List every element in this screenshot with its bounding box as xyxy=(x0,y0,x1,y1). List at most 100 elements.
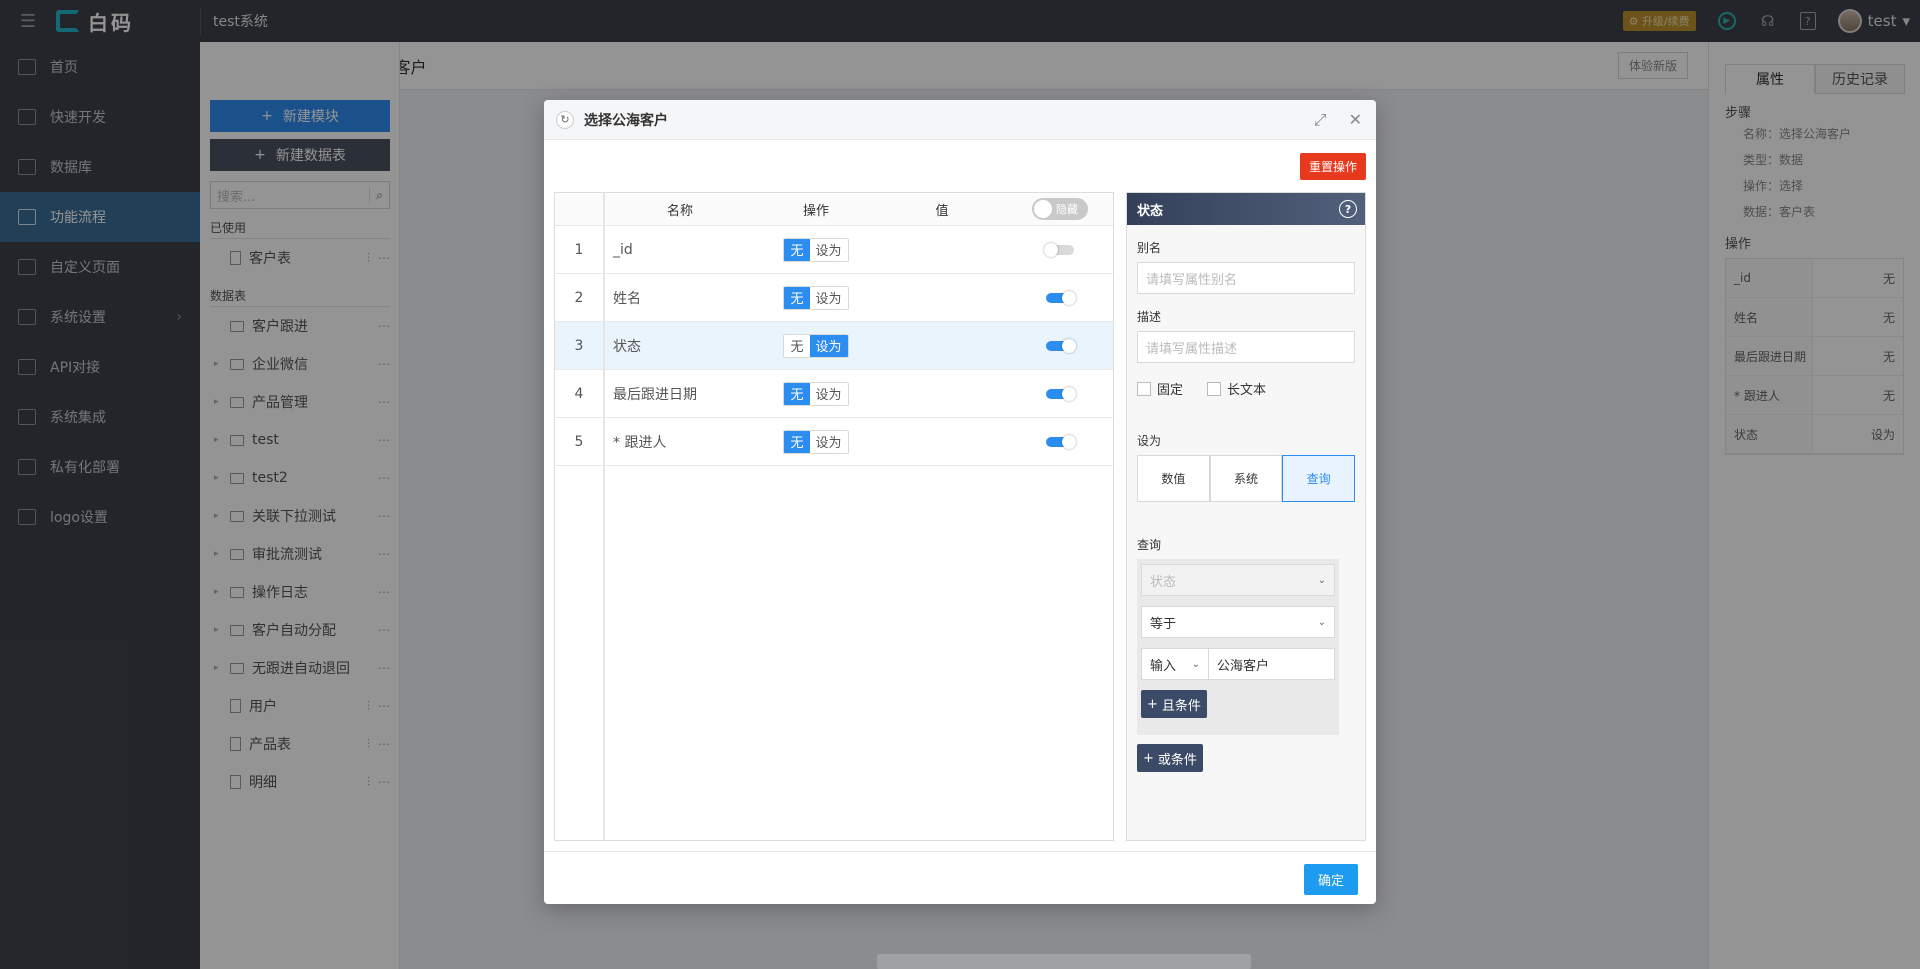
query-field-value: 状态 xyxy=(1150,574,1177,590)
op-none-button[interactable]: 无 xyxy=(784,238,810,261)
query-value-input[interactable]: 公海客户 xyxy=(1209,648,1335,680)
table-row[interactable]: 4 最后跟进日期 无设为 xyxy=(555,370,1113,418)
fixed-checkbox[interactable]: 固定 xyxy=(1137,379,1183,398)
operation-cell: 无设为 xyxy=(755,333,877,358)
row-index: 4 xyxy=(555,370,605,417)
visibility-switch[interactable] xyxy=(1046,434,1076,449)
confirm-button[interactable]: 确定 xyxy=(1303,864,1358,895)
long-text-label: 长文本 xyxy=(1227,383,1267,398)
table-row[interactable]: 5 * 跟进人 无设为 xyxy=(555,418,1113,466)
query-input-type-value: 输入 xyxy=(1150,658,1177,674)
visibility-cell xyxy=(1007,290,1113,305)
add-or-condition-button[interactable]: + 或条件 xyxy=(1137,744,1203,772)
set-as-label: 设为 xyxy=(1137,434,1162,448)
visibility-switch[interactable] xyxy=(1044,242,1074,257)
chevron-down-icon: ⌄ xyxy=(1317,616,1326,628)
fixed-label: 固定 xyxy=(1157,383,1184,398)
op-none-button[interactable]: 无 xyxy=(784,334,810,357)
header-value: 值 xyxy=(935,203,949,219)
alias-label: 别名 xyxy=(1137,241,1162,255)
operation-cell: 无设为 xyxy=(755,285,877,310)
operation-toggle: 无设为 xyxy=(783,381,849,406)
select-customer-dialog: ↻ 选择公海客户 ⤢ ✕ 重置操作 名称 操作 值 隐藏 1 _id 无设为 2 姓名无… xyxy=(544,100,1376,904)
chevron-down-icon: ⌄ xyxy=(1317,574,1326,586)
op-none-button[interactable]: 无 xyxy=(784,286,810,309)
row-index: 2 xyxy=(555,274,605,321)
query-label: 查询 xyxy=(1137,538,1162,552)
operation-toggle: 无设为 xyxy=(783,429,849,454)
close-icon[interactable]: ✕ xyxy=(1349,110,1362,130)
plus-icon: + xyxy=(1143,750,1154,766)
fullscreen-icon[interactable]: ⤢ xyxy=(1314,110,1327,130)
op-set-button[interactable]: 设为 xyxy=(809,430,848,453)
add-and-condition-button[interactable]: + 且条件 xyxy=(1141,690,1207,718)
visibility-switch[interactable] xyxy=(1046,290,1076,305)
row-index: 3 xyxy=(555,322,605,369)
visibility-switch[interactable] xyxy=(1046,386,1076,401)
operation-cell: 无设为 xyxy=(755,429,877,454)
operation-cell: 无设为 xyxy=(755,237,877,262)
reset-operation-button[interactable]: 重置操作 xyxy=(1299,153,1366,180)
op-set-button[interactable]: 设为 xyxy=(809,238,848,261)
table-header: 名称 操作 值 隐藏 xyxy=(555,193,1113,226)
row-index: 5 xyxy=(555,418,605,465)
checkbox-box[interactable] xyxy=(1207,381,1222,396)
alias-placeholder: 请填写属性别名 xyxy=(1146,272,1238,288)
description-placeholder: 请填写属性描述 xyxy=(1146,341,1238,357)
op-set-button[interactable]: 设为 xyxy=(809,334,848,357)
and-condition-label: 且条件 xyxy=(1161,698,1201,714)
alias-input[interactable]: 请填写属性别名 xyxy=(1137,262,1355,294)
visibility-cell xyxy=(1007,242,1113,257)
set-as-option[interactable]: 数值 xyxy=(1137,455,1210,502)
set-as-option[interactable]: 查询 xyxy=(1282,455,1356,502)
op-set-button[interactable]: 设为 xyxy=(809,286,848,309)
query-operator-select[interactable]: 等于 ⌄ xyxy=(1141,606,1335,638)
dialog-title: 选择公海客户 xyxy=(584,112,668,129)
header-operation: 操作 xyxy=(802,203,829,219)
table-body: 1 _id 无设为 2 姓名无设为 3 状态无设为 4 最后跟进日期无设为 5 * 跟进人无设为 xyxy=(555,226,1113,466)
field-name: 姓名 xyxy=(613,290,641,307)
field-operation-table: 名称 操作 值 隐藏 1 _id 无设为 2 姓名无设为 3 状态无设为 4 最后跟进日期无设为… xyxy=(554,192,1114,841)
or-condition-label: 或条件 xyxy=(1157,752,1197,768)
refresh-icon[interactable]: ↻ xyxy=(556,110,574,129)
long-text-checkbox[interactable]: 长文本 xyxy=(1207,379,1266,398)
dialog-header: ↻ 选择公海客户 ⤢ ✕ xyxy=(544,100,1376,140)
operation-toggle: 无设为 xyxy=(783,237,849,262)
header-index xyxy=(555,193,605,225)
query-operator-value: 等于 xyxy=(1150,616,1177,632)
op-none-button[interactable]: 无 xyxy=(784,382,810,405)
query-value-text: 公海客户 xyxy=(1217,658,1270,674)
plus-icon: + xyxy=(1147,696,1158,712)
op-set-button[interactable]: 设为 xyxy=(809,382,848,405)
table-row[interactable]: 2 姓名 无设为 xyxy=(555,274,1113,322)
op-none-button[interactable]: 无 xyxy=(784,430,810,453)
query-field-select: 状态 ⌄ xyxy=(1141,564,1335,596)
description-label: 描述 xyxy=(1137,310,1162,324)
table-row[interactable]: 3 状态 无设为 xyxy=(555,322,1113,370)
field-name: _id xyxy=(613,241,633,258)
row-index: 1 xyxy=(555,226,605,273)
checkbox-box[interactable] xyxy=(1137,381,1151,396)
hide-all-toggle[interactable]: 隐藏 xyxy=(1032,198,1088,220)
help-circle-icon[interactable]: ? xyxy=(1339,200,1357,218)
query-condition-box: 状态 ⌄ 等于 ⌄ 输入 ⌄ 公海客户 + 且条件 xyxy=(1137,559,1339,735)
set-as-option[interactable]: 系统 xyxy=(1209,455,1283,502)
visibility-switch[interactable] xyxy=(1046,338,1076,353)
field-settings-panel: 状态 ? 别名 请填写属性别名 描述 请填写属性描述 固定 长文本 设为 数值系… xyxy=(1126,192,1366,841)
field-name: * 跟进人 xyxy=(613,434,667,451)
settings-title: 状态 xyxy=(1137,203,1164,219)
set-as-options: 数值 系统 查询 xyxy=(1137,455,1356,502)
field-name: 状态 xyxy=(613,338,641,355)
query-input-type-select[interactable]: 输入 ⌄ xyxy=(1141,648,1209,680)
chevron-down-icon: ⌄ xyxy=(1191,658,1200,670)
visibility-cell xyxy=(1007,338,1113,353)
visibility-cell xyxy=(1007,386,1113,401)
description-input[interactable]: 请填写属性描述 xyxy=(1137,331,1355,363)
table-row[interactable]: 1 _id 无设为 xyxy=(555,226,1113,274)
horizontal-scrollbar[interactable] xyxy=(877,954,1251,969)
dialog-footer: 确定 xyxy=(544,851,1376,904)
operation-toggle: 无设为 xyxy=(783,333,849,358)
field-name: 最后跟进日期 xyxy=(613,386,697,403)
header-name: 名称 xyxy=(666,203,693,219)
settings-header: 状态 ? xyxy=(1127,193,1365,225)
